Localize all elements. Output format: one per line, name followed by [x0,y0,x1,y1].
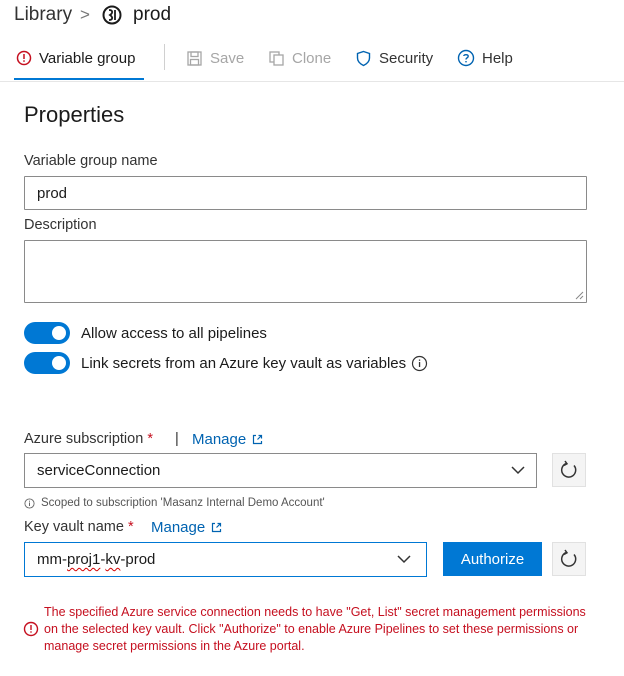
keyvault-manage-link[interactable]: Manage [151,519,222,536]
security-button[interactable]: Security [355,47,433,69]
key-vault-dropdown[interactable]: mm-proj1-kv-prod [24,542,427,577]
spellcheck-word: kv [105,551,121,568]
error-line: The specified Azure service connection n… [44,605,586,619]
scope-hint-text: Scoped to subscription 'Masanz Internal … [41,497,325,509]
allow-access-label: Allow access to all pipelines [81,325,267,342]
breadcrumb-current: prod [133,4,172,25]
link-secrets-label: Link secrets from an Azure key vault as … [81,355,407,372]
breadcrumb-chevron-icon: > [80,5,90,24]
security-label: Security [379,49,434,67]
authorize-button[interactable]: Authorize [443,542,542,576]
spellcheck-word: proj1 [67,551,101,568]
variable-group-name-label: Variable group name [24,153,158,169]
scope-hint: Scoped to subscription 'Masanz Internal … [24,497,325,509]
variable-group-name-input[interactable] [24,176,587,210]
link-secrets-toggle[interactable] [24,352,70,374]
subscription-refresh-button[interactable] [552,453,586,487]
keyvault-refresh-button[interactable] [552,542,586,576]
toolbar-divider [164,44,165,70]
error-line: manage secret permissions in the Azure p… [44,639,305,653]
toolbar-separator [0,81,624,82]
azure-subscription-label: Azure subscription * [24,431,153,447]
key-vault-value: mm-proj1-kv-prod [37,551,155,568]
description-label: Description [24,217,97,233]
clone-label: Clone [292,49,332,67]
info-small-icon [24,497,35,509]
tab-variable-group[interactable]: Variable group [16,47,135,69]
toggle-knob [52,326,66,340]
tab-variable-group-label: Variable group [39,49,136,67]
refresh-icon [560,549,577,567]
external-link-icon [253,434,263,445]
description-textarea[interactable] [24,240,587,303]
refresh-icon [560,460,577,478]
save-icon [187,50,202,66]
key-vault-label-text: Key vault name [24,519,124,535]
help-button[interactable]: Help [457,47,513,69]
azure-subscription-dropdown[interactable]: serviceConnection [24,453,537,488]
error-line: on the selected key vault. Click "Author… [44,622,579,636]
required-mark: * [147,431,153,447]
azure-subscription-label-text: Azure subscription [24,431,144,447]
save-button[interactable]: Save [186,47,244,69]
key-vault-value-prefix: mm- [37,551,67,568]
clone-button[interactable]: Clone [268,47,331,69]
resize-handle-icon[interactable] [575,291,584,300]
label-separator: | [175,431,179,447]
breadcrumb-library[interactable]: Library [14,4,72,26]
key-vault-label: Key vault name * [24,519,134,535]
help-label: Help [482,49,513,67]
key-vault-value-suffix: -prod [120,551,156,568]
toggle-knob [52,356,66,370]
chevron-down-icon [511,466,525,475]
keyvault-manage-label: Manage [151,519,206,536]
page-title: Properties [24,102,125,127]
error-message: The specified Azure service connection n… [44,604,619,655]
required-mark: * [127,519,134,535]
error-icon [23,621,39,642]
error-circle-icon [16,50,32,66]
save-label: Save [210,49,245,67]
subscription-manage-label: Manage [192,431,247,448]
info-icon[interactable] [411,355,428,377]
external-link-icon [212,522,222,533]
allow-access-toggle[interactable] [24,322,70,344]
variable-group-icon [101,4,123,26]
shield-icon [356,50,371,66]
clone-icon [269,50,284,66]
subscription-manage-link[interactable]: Manage [192,431,263,448]
active-tab-indicator [14,78,144,80]
help-icon [457,49,475,67]
chevron-down-icon [397,555,411,564]
azure-subscription-value: serviceConnection [37,462,161,479]
